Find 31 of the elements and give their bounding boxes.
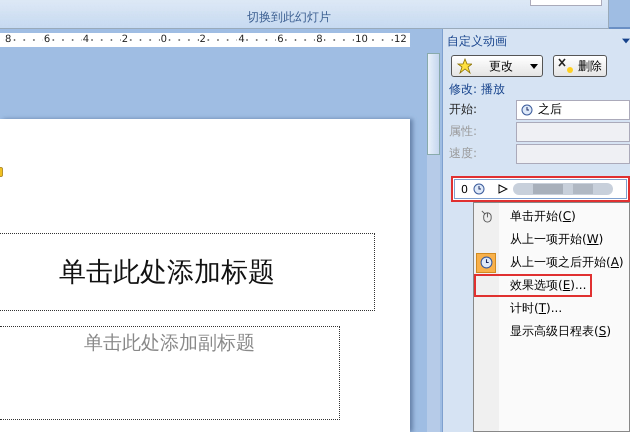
field-label: 速度: <box>448 145 478 162</box>
scrollbar-thumb[interactable] <box>427 53 440 155</box>
clock-icon <box>473 183 485 195</box>
mouse-icon <box>480 210 492 223</box>
field-label: 开始: <box>448 101 478 118</box>
change-button[interactable]: 更改 <box>451 55 543 77</box>
star-icon <box>456 58 472 74</box>
menu-item[interactable]: 显示高级日程表(S) <box>474 320 617 343</box>
clock-icon <box>521 104 533 116</box>
caret-icon[interactable] <box>622 38 630 44</box>
animation-list-item[interactable]: 0 <box>451 176 630 202</box>
menu-item[interactable]: 单击开始(C) <box>474 205 582 228</box>
caret-icon <box>530 64 538 68</box>
menu-item[interactable]: 计时(T)... <box>474 297 568 320</box>
field-label: 属性: <box>448 123 478 140</box>
menu-item[interactable]: 效果选项(E)... <box>474 274 592 297</box>
subtitle-placeholder[interactable]: 单击此处添加副标题 <box>0 326 340 420</box>
pane-title: 自定义动画 <box>447 32 507 50</box>
remove-button[interactable]: 删除 <box>553 55 607 77</box>
modify-label: 修改: 播放 <box>449 81 506 98</box>
ribbon-group-label: 切换到此幻灯片 <box>247 9 331 26</box>
dropdown-field[interactable]: 之后 <box>516 100 630 120</box>
title-placeholder-text: 单击此处添加标题 <box>59 256 275 290</box>
title-placeholder[interactable]: 单击此处添加标题 <box>0 233 375 311</box>
order-number: 0 <box>461 182 468 196</box>
play-icon <box>498 184 508 194</box>
menu-item[interactable]: 从上一项开始(W) <box>474 228 610 251</box>
menu-item[interactable]: 从上一项之后开始(A) <box>474 251 630 274</box>
subtitle-placeholder-text: 单击此处添加副标题 <box>84 331 255 356</box>
x-star-icon <box>558 58 574 74</box>
clock-icon <box>480 256 492 269</box>
